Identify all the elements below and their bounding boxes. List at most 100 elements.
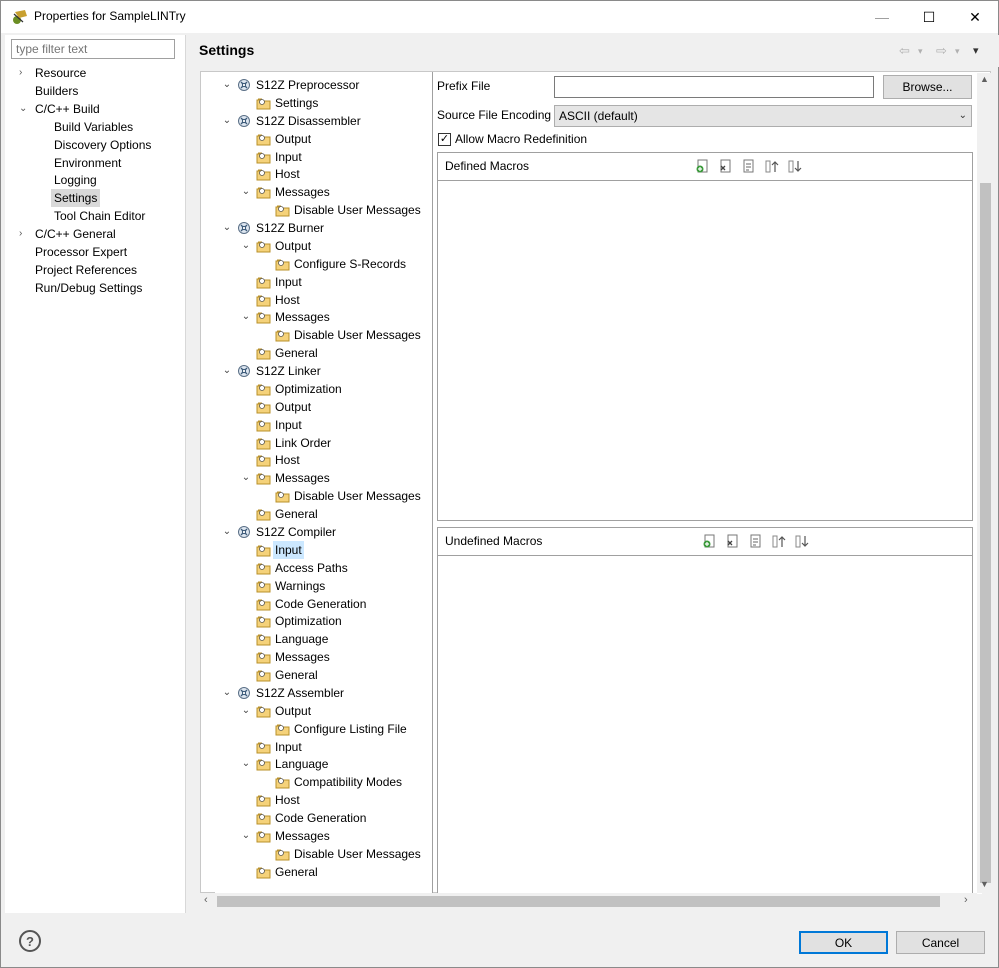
chevron-down-icon[interactable]: ⌄ [240,183,252,201]
tree-tool-node[interactable]: ⌄ S12Z Linker [221,362,421,380]
tree-item[interactable]: Messages [240,648,432,666]
add-icon[interactable] [695,158,711,174]
tree-item[interactable]: Output [240,398,432,416]
tree-item[interactable]: Warnings [240,577,432,595]
tree-tool-node[interactable]: ⌄ S12Z Burner [221,219,421,237]
settings-folder-icon [256,865,271,879]
tree-item[interactable]: Disable User Messages [259,201,432,219]
tree-item[interactable]: ⌄ Language [240,755,432,773]
tree-item[interactable]: Settings [240,94,432,112]
tree-tool-node[interactable]: ⌄ S12Z Preprocessor [221,76,421,94]
scroll-right-icon[interactable]: › [964,894,968,906]
chevron-down-icon[interactable]: ⌄ [221,112,233,130]
tool-icon [237,686,252,700]
tree-item[interactable]: Input [240,273,432,291]
tree-item[interactable]: Optimization [240,380,432,398]
move-up-icon[interactable] [771,533,787,549]
chevron-down-icon[interactable]: ⌄ [240,237,252,255]
tree-item[interactable]: Configure Listing File [259,720,432,738]
tree-item[interactable]: Input [240,148,432,166]
sidebar-item-label: Run/Debug Settings [35,280,143,295]
forward-dropdown-icon[interactable]: ▾ [955,46,960,57]
chevron-down-icon[interactable]: ⌄ [19,100,29,118]
chevron-right-icon[interactable]: › [19,225,29,243]
encoding-select[interactable]: ASCII (default) ⌄ [554,105,972,127]
tree-item[interactable]: Disable User Messages [259,326,432,344]
tree-item[interactable]: Input [240,738,432,756]
tree-item[interactable]: Code Generation [240,809,432,827]
chevron-down-icon[interactable]: ⌄ [240,469,252,487]
ok-button[interactable]: OK [799,931,888,954]
tree-item[interactable]: General [240,666,432,684]
vertical-scroll-thumb[interactable] [980,183,991,883]
tree-item-label: S12Z Disassembler [256,113,361,128]
move-down-icon[interactable] [794,533,810,549]
chevron-down-icon[interactable]: ⌄ [240,827,252,845]
tree-item[interactable]: ⌄ Messages [240,308,432,326]
help-icon[interactable]: ? [19,930,41,952]
chevron-right-icon[interactable]: › [19,64,29,82]
tree-item[interactable]: Language [240,630,432,648]
tree-item[interactable]: Host [240,451,432,469]
tree-item[interactable]: Optimization [240,612,432,630]
tree-item[interactable]: Code Generation [240,595,432,613]
tree-item[interactable]: Configure S-Records [259,255,432,273]
tree-item[interactable]: Disable User Messages [259,845,432,863]
move-up-icon[interactable] [764,158,780,174]
maximize-button[interactable]: ☐ [906,1,952,33]
tree-item[interactable]: Host [240,791,432,809]
chevron-down-icon[interactable]: ⌄ [221,362,233,380]
chevron-down-icon[interactable]: ⌄ [240,755,252,773]
tree-item[interactable]: Access Paths [240,559,432,577]
cancel-button[interactable]: Cancel [896,931,985,954]
tree-item[interactable]: ⌄ Messages [240,469,432,487]
back-dropdown-icon[interactable]: ▾ [918,46,923,57]
scroll-up-icon[interactable]: ▲ [980,74,989,84]
tree-tool-node[interactable]: ⌄ S12Z Assembler [221,684,421,702]
scroll-left-icon[interactable]: ‹ [204,894,208,906]
edit-icon[interactable] [741,158,757,174]
tree-item[interactable]: ⌄ Output [240,237,432,255]
tree-item[interactable]: ⌄ Output [240,702,432,720]
tree-item[interactable]: Link Order [240,434,432,452]
tree-item[interactable]: Disable User Messages [259,487,432,505]
delete-icon[interactable] [718,158,734,174]
settings-folder-icon [256,614,271,628]
vertical-scrollbar[interactable]: ▲ ▼ [977,73,994,893]
filter-input[interactable] [11,39,175,59]
add-icon[interactable] [702,533,718,549]
prefix-file-input[interactable] [554,76,874,98]
horizontal-scrollbar[interactable]: ‹ › [200,893,977,910]
browse-button[interactable]: Browse... [883,75,972,99]
chevron-down-icon[interactable]: ⌄ [221,219,233,237]
forward-arrow-icon[interactable]: ⇨ [936,43,947,59]
minimize-button[interactable]: — [859,1,905,33]
tree-item[interactable]: ⌄ Messages [240,827,432,845]
back-arrow-icon[interactable]: ⇦ [899,43,910,59]
delete-icon[interactable] [725,533,741,549]
tree-tool-node[interactable]: ⌄ S12Z Disassembler [221,112,421,130]
tree-item[interactable]: Compatibility Modes [259,773,432,791]
tree-item[interactable]: General [240,344,432,362]
tree-item[interactable]: Output [240,130,432,148]
move-down-icon[interactable] [787,158,803,174]
horizontal-scroll-thumb[interactable] [217,896,940,907]
tree-item[interactable]: Input [240,416,432,434]
edit-icon[interactable] [748,533,764,549]
chevron-down-icon[interactable]: ⌄ [221,76,233,94]
tree-item[interactable]: General [240,863,432,881]
tree-item[interactable]: General [240,505,432,523]
close-button[interactable]: ✕ [952,1,998,33]
chevron-down-icon[interactable]: ⌄ [240,308,252,326]
chevron-down-icon[interactable]: ⌄ [221,523,233,541]
tree-item[interactable]: Input [240,540,432,559]
tree-tool-node[interactable]: ⌄ S12Z Compiler [221,523,421,541]
allow-macro-checkbox[interactable]: ✓ [438,133,451,146]
scroll-down-icon[interactable]: ▼ [980,879,989,889]
tree-item[interactable]: Host [240,291,432,309]
tree-item[interactable]: Host [240,165,432,183]
view-menu-icon[interactable]: ▾ [973,44,979,57]
tree-item[interactable]: ⌄ Messages [240,183,432,201]
chevron-down-icon[interactable]: ⌄ [221,684,233,702]
chevron-down-icon[interactable]: ⌄ [240,702,252,720]
